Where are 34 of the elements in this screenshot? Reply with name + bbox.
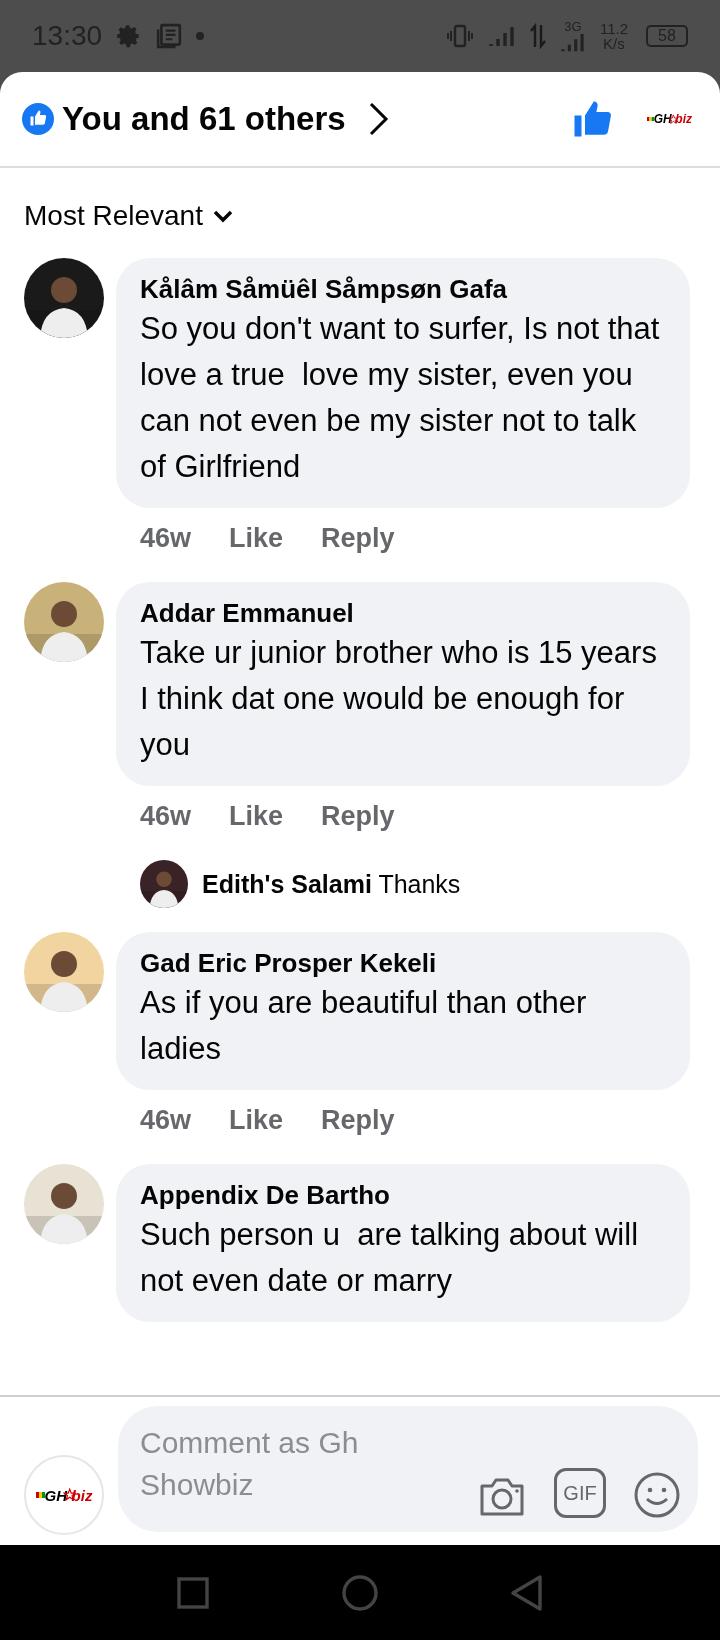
reply-link[interactable]: Reply bbox=[321, 522, 395, 554]
like-link[interactable]: Like bbox=[229, 522, 284, 554]
chevron-right-icon[interactable] bbox=[367, 101, 390, 137]
comment-text: So you don't want to surfer, Is not that love a true love my sister, even you can not even be my sister not to talk of Girlfriend bbox=[140, 310, 661, 486]
logo: GH biz bbox=[646, 112, 692, 126]
dot-icon bbox=[196, 32, 205, 40]
author-name[interactable]: Gad Eric Prosper Kekeli bbox=[140, 946, 668, 980]
newspaper-icon bbox=[156, 23, 183, 49]
sort-dropdown[interactable]: Most Relevant bbox=[24, 200, 233, 232]
author-name[interactable]: Addar Emmanuel bbox=[140, 596, 668, 630]
comment-text: As if you are beautiful than other ladies bbox=[140, 984, 588, 1068]
reactions-title[interactable]: You and 61 others bbox=[62, 100, 346, 138]
like-link[interactable]: Like bbox=[229, 1104, 284, 1136]
signal-icon bbox=[487, 24, 516, 48]
chevron-down-icon bbox=[212, 209, 233, 223]
signal-icon bbox=[559, 32, 586, 53]
comment-time: 46w bbox=[140, 522, 192, 554]
comment-time: 46w bbox=[140, 800, 192, 832]
reply-preview[interactable]: Edith's Salami Thanks bbox=[202, 869, 461, 899]
reply-link[interactable]: Reply bbox=[321, 1104, 395, 1136]
data-arrows-icon bbox=[529, 23, 546, 49]
comment-text: Take ur junior brother who is 15 years I think dat one would be enough for you bbox=[140, 634, 658, 764]
gif-button[interactable]: GIF bbox=[554, 1468, 606, 1518]
comment-field[interactable]: Comment as Gh Showbiz GIF bbox=[118, 1406, 698, 1532]
logo: GH biz bbox=[35, 1486, 93, 1504]
reply-link[interactable]: Reply bbox=[321, 800, 395, 832]
author-name[interactable]: Kålâm Såmüêl Såmpsøn Gafa bbox=[140, 272, 668, 306]
like-badge-icon bbox=[22, 103, 54, 135]
comment-time: 46w bbox=[140, 1104, 192, 1136]
like-link[interactable]: Like bbox=[229, 800, 284, 832]
vibrate-icon bbox=[445, 24, 474, 48]
author-name[interactable]: Appendix De Bartho bbox=[140, 1178, 668, 1212]
emoji-icon[interactable] bbox=[634, 1472, 680, 1518]
comment-text: Such person u are talking about will not even date or marry bbox=[140, 1216, 639, 1300]
